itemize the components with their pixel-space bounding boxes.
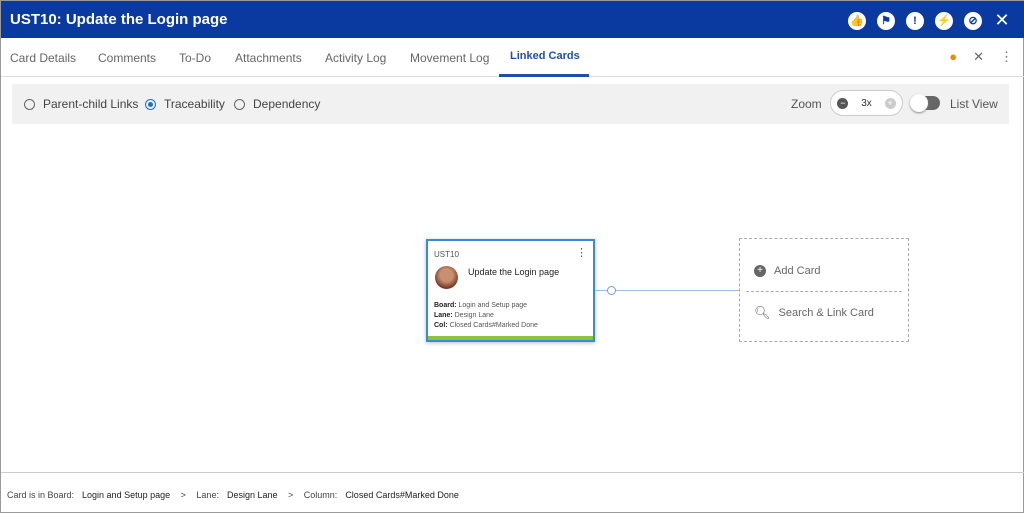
footer-location: Card is in Board: Login and Setup page > … — [1, 472, 1024, 514]
radio-parent-child-links[interactable]: Parent-child Links — [24, 97, 138, 111]
radio-traceability[interactable]: Traceability — [145, 97, 225, 111]
collapse-icon[interactable]: ✕ — [973, 49, 984, 65]
card-lane: Lane: Design Lane — [434, 312, 494, 319]
card-board: Board: Login and Setup page — [434, 302, 528, 309]
tab-activity-log[interactable]: Activity Log — [325, 51, 386, 65]
flag-icon[interactable]: ⚑ — [877, 11, 895, 30]
search-link-card-button[interactable]: 🔍︎ Search & Link Card — [754, 305, 874, 321]
lightbulb-icon[interactable]: ● — [949, 49, 957, 65]
title-bar: UST10: Update the Login page 👍 ⚑ ! ⚡ ⊘ ✕ — [1, 1, 1024, 38]
alert-icon[interactable]: ! — [906, 11, 924, 30]
zoom-out-icon[interactable]: − — [837, 97, 849, 109]
more-icon[interactable]: ⋮ — [1000, 49, 1013, 65]
card-accent-bar — [428, 336, 593, 340]
avatar — [435, 266, 458, 289]
block-icon[interactable]: ⊘ — [964, 11, 982, 30]
card-menu-icon[interactable]: ⋮ — [576, 246, 587, 259]
thumbs-up-icon[interactable]: 👍 — [848, 11, 866, 30]
list-view-toggle[interactable] — [910, 94, 940, 112]
card-id: UST10 — [434, 250, 459, 259]
zoom-control: − 3x + — [830, 90, 903, 116]
card-title: Update the Login page — [468, 267, 560, 277]
lightning-icon[interactable]: ⚡ — [935, 11, 953, 30]
zoom-in-icon[interactable]: + — [884, 97, 896, 109]
zoom-label: Zoom — [791, 97, 822, 111]
zoom-value: 3x — [861, 97, 872, 109]
link-handle[interactable] — [607, 286, 616, 295]
list-view-label: List View — [950, 97, 998, 111]
search-icon: 🔍︎ — [754, 305, 771, 320]
add-card-button[interactable]: + Add Card — [754, 265, 820, 277]
tab-linked-cards[interactable]: Linked Cards — [510, 50, 580, 62]
tab-todo[interactable]: To-Do — [179, 51, 211, 65]
tab-attachments[interactable]: Attachments — [235, 51, 302, 65]
add-link-box: + Add Card 🔍︎ Search & Link Card — [739, 238, 909, 342]
plus-icon: + — [754, 265, 766, 277]
tab-card-details[interactable]: Card Details — [10, 51, 76, 65]
tab-bar: Card Details Comments To-Do Attachments … — [1, 38, 1024, 77]
link-connector — [595, 290, 739, 291]
linked-card[interactable]: UST10 ⋮ Update the Login page Board: Log… — [426, 239, 595, 342]
divider — [746, 291, 902, 292]
tab-comments[interactable]: Comments — [98, 51, 156, 65]
card-title: UST10: Update the Login page — [10, 11, 228, 28]
tab-movement-log[interactable]: Movement Log — [410, 51, 489, 65]
view-options-bar: Parent-child Links Traceability Dependen… — [12, 84, 1009, 124]
active-tab-indicator — [499, 74, 589, 77]
radio-dependency[interactable]: Dependency — [234, 97, 320, 111]
close-icon[interactable]: ✕ — [993, 10, 1011, 31]
card-column: Col: Closed Cards#Marked Done — [434, 322, 538, 329]
